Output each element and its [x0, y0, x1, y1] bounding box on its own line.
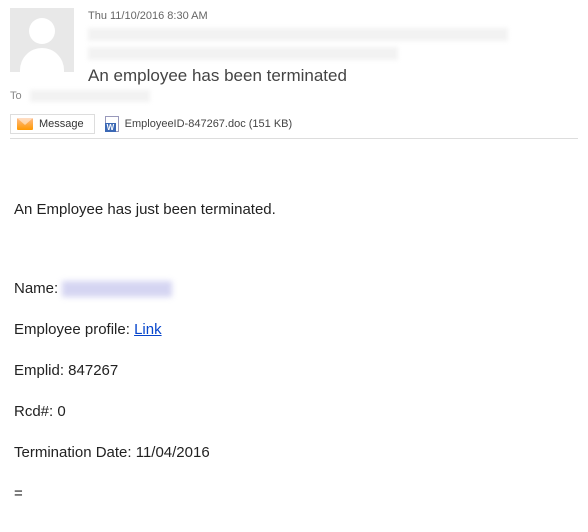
name-label: Name:: [14, 280, 62, 297]
body-termdate: Termination Date: 11/04/2016: [14, 442, 574, 463]
profile-link[interactable]: Link: [134, 321, 162, 338]
redacted-to-value: [30, 90, 150, 102]
redacted-name: [62, 281, 172, 297]
redacted-sender-line-2: [88, 47, 398, 60]
body-emplid: Emplid: 847267: [14, 360, 574, 381]
profile-label: Employee profile:: [14, 321, 134, 338]
to-label: To: [10, 90, 24, 102]
body-equals: =: [14, 483, 574, 504]
sender-avatar: [10, 8, 74, 72]
mail-icon: [17, 118, 33, 130]
body-profile-line: Employee profile: Link: [14, 319, 574, 340]
word-doc-icon: [105, 116, 119, 132]
attachment-filename: EmployeeID-847267.doc (151 KB): [125, 118, 293, 130]
body-rcd: Rcd#: 0: [14, 401, 574, 422]
body-name-line: Name:: [14, 278, 574, 299]
body-intro: An Employee has just been terminated.: [14, 199, 574, 220]
message-tab-label: Message: [39, 118, 84, 130]
attachment-item[interactable]: EmployeeID-847267.doc (151 KB): [105, 116, 293, 132]
timestamp: Thu 11/10/2016 8:30 AM: [88, 10, 578, 22]
to-row: To: [10, 90, 578, 102]
email-body: An Employee has just been terminated. Na…: [10, 139, 578, 504]
email-header: Thu 11/10/2016 8:30 AM An employee has b…: [10, 8, 578, 88]
email-subject: An employee has been terminated: [88, 66, 578, 86]
header-text-block: Thu 11/10/2016 8:30 AM An employee has b…: [88, 8, 578, 88]
redacted-sender-line-1: [88, 28, 508, 41]
attachment-bar: Message EmployeeID-847267.doc (151 KB): [10, 110, 578, 139]
message-tab[interactable]: Message: [10, 114, 95, 134]
